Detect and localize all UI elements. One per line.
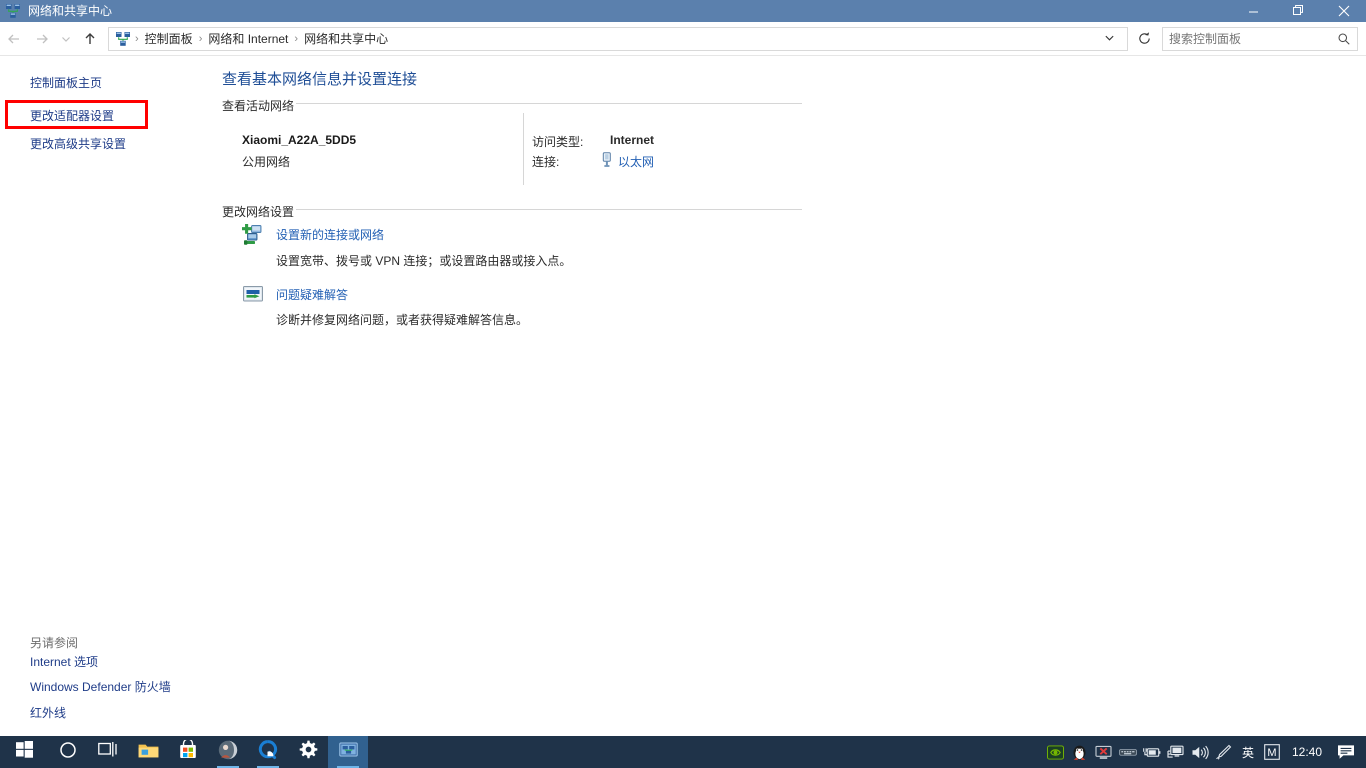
window-titlebar[interactable]: 网络和共享中心 xyxy=(0,0,1366,22)
recent-locations-chevron-down-icon[interactable] xyxy=(56,25,76,53)
ime-language-indicator[interactable]: 英 xyxy=(1236,736,1260,768)
volume-tray-icon[interactable] xyxy=(1188,736,1212,768)
sidebar-item-internet-options[interactable]: Internet 选项 xyxy=(30,653,98,670)
window-content: 控制面板主页 更改适配器设置 更改高级共享设置 另请参阅 Internet 选项… xyxy=(0,56,1366,736)
details-divider xyxy=(523,113,524,185)
section-heading-change-network-settings: 更改网络设置 xyxy=(222,203,302,220)
minimize-button[interactable] xyxy=(1231,0,1276,22)
breadcrumb-item-control-panel[interactable]: 控制面板 xyxy=(140,28,198,50)
sidebar-item-windows-defender-firewall[interactable]: Windows Defender 防火墙 xyxy=(30,678,171,695)
address-toolbar: › 控制面板 › 网络和 Internet › 网络和共享中心 xyxy=(0,22,1366,56)
access-type-value: Internet xyxy=(610,133,654,147)
back-button[interactable] xyxy=(0,25,28,53)
sidebar-item-control-panel-home[interactable]: 控制面板主页 xyxy=(30,74,102,91)
troubleshoot-icon xyxy=(242,284,264,306)
windows-logo-icon xyxy=(16,741,33,763)
display-disconnected-tray-icon[interactable] xyxy=(1092,736,1116,768)
pen-input-tray-icon[interactable] xyxy=(1212,736,1236,768)
network-sharing-center-icon xyxy=(339,742,358,763)
svg-text:M: M xyxy=(1267,747,1276,759)
breadcrumb-item-network-sharing-center[interactable]: 网络和共享中心 xyxy=(299,28,393,50)
search-input[interactable] xyxy=(1169,32,1337,46)
page-title: 查看基本网络信息并设置连接 xyxy=(222,68,417,89)
breadcrumb-dropdown-chevron-down-icon[interactable] xyxy=(1096,32,1123,46)
close-button[interactable] xyxy=(1321,0,1366,22)
action-center-icon[interactable] xyxy=(1334,736,1358,768)
refresh-button[interactable] xyxy=(1132,27,1156,51)
network-center-window-button[interactable] xyxy=(328,736,368,768)
breadcrumb-bar[interactable]: › 控制面板 › 网络和 Internet › 网络和共享中心 xyxy=(108,27,1128,51)
qq-tray-icon[interactable] xyxy=(1068,736,1092,768)
gear-icon xyxy=(299,740,318,764)
ethernet-connection-link[interactable]: 以太网 xyxy=(618,153,654,170)
active-network-name: Xiaomi_A22A_5DD5 xyxy=(242,133,356,147)
blue-q-icon xyxy=(258,740,278,765)
setup-new-connection-description: 设置宽带、拨号或 VPN 连接；或设置路由器或接入点。 xyxy=(276,252,571,269)
task-view-icon xyxy=(98,741,118,763)
troubleshoot-problems-link[interactable]: 问题疑难解答 xyxy=(276,286,348,303)
store-bag-icon xyxy=(179,740,197,764)
battery-tray-icon[interactable] xyxy=(1140,736,1164,768)
troubleshoot-problems-description: 诊断并修复网络问题，或者获得疑难解答信息。 xyxy=(276,311,528,328)
connections-label: 连接: xyxy=(532,153,559,170)
network-tray-icon[interactable] xyxy=(1164,736,1188,768)
start-button[interactable] xyxy=(0,736,48,768)
see-also-heading: 另请参阅 xyxy=(30,634,78,651)
new-connection-icon xyxy=(242,224,264,246)
keyboard-tray-icon[interactable] xyxy=(1116,736,1140,768)
main-panel: 查看基本网络信息并设置连接 查看活动网络 Xiaomi_A22A_5DD5 公用… xyxy=(210,56,1366,736)
system-tray: 英 M 12:40 xyxy=(1044,736,1366,768)
show-desktop-button[interactable] xyxy=(1358,736,1366,768)
settings-button[interactable] xyxy=(288,736,328,768)
maximize-restore-button[interactable] xyxy=(1276,0,1321,22)
desktop-root: 网络和共享中心 xyxy=(0,0,1366,768)
media-player-button[interactable] xyxy=(208,736,248,768)
forward-button[interactable] xyxy=(28,25,56,53)
sidebar-item-change-adapter-settings[interactable]: 更改适配器设置 xyxy=(30,107,114,124)
network-sharing-center-icon xyxy=(5,3,21,19)
cortana-button[interactable] xyxy=(48,736,88,768)
sidebar-item-infrared[interactable]: 红外线 xyxy=(30,704,66,721)
taskbar-clock[interactable]: 12:40 xyxy=(1284,736,1334,768)
task-view-button[interactable] xyxy=(88,736,128,768)
breadcrumb-item-network-internet[interactable]: 网络和 Internet xyxy=(203,28,293,50)
ethernet-icon xyxy=(600,152,614,168)
section-heading-view-active-networks: 查看活动网络 xyxy=(222,97,302,114)
file-explorer-button[interactable] xyxy=(128,736,168,768)
folder-icon xyxy=(138,741,159,764)
circle-search-icon xyxy=(59,741,77,764)
section-rule xyxy=(296,103,802,104)
nvidia-settings-tray-icon[interactable] xyxy=(1044,736,1068,768)
ime-mode-indicator[interactable]: M xyxy=(1260,736,1284,768)
breadcrumb-network-sharing-center-icon xyxy=(115,31,131,47)
taskbar: 英 M 12:40 xyxy=(0,736,1366,768)
search-control-panel-box[interactable] xyxy=(1162,27,1358,51)
browser-button[interactable] xyxy=(248,736,288,768)
section-rule xyxy=(296,209,802,210)
navigation-sidebar: 控制面板主页 更改适配器设置 更改高级共享设置 另请参阅 Internet 选项… xyxy=(0,56,210,736)
avatar-circle-icon xyxy=(218,740,238,765)
window-title: 网络和共享中心 xyxy=(28,0,112,22)
search-icon[interactable] xyxy=(1337,32,1351,46)
sidebar-item-change-advanced-sharing-settings[interactable]: 更改高级共享设置 xyxy=(30,135,126,152)
active-network-type: 公用网络 xyxy=(242,153,290,170)
setup-new-connection-link[interactable]: 设置新的连接或网络 xyxy=(276,226,384,243)
access-type-label: 访问类型: xyxy=(532,133,583,150)
up-one-level-button[interactable] xyxy=(76,25,104,53)
microsoft-store-button[interactable] xyxy=(168,736,208,768)
